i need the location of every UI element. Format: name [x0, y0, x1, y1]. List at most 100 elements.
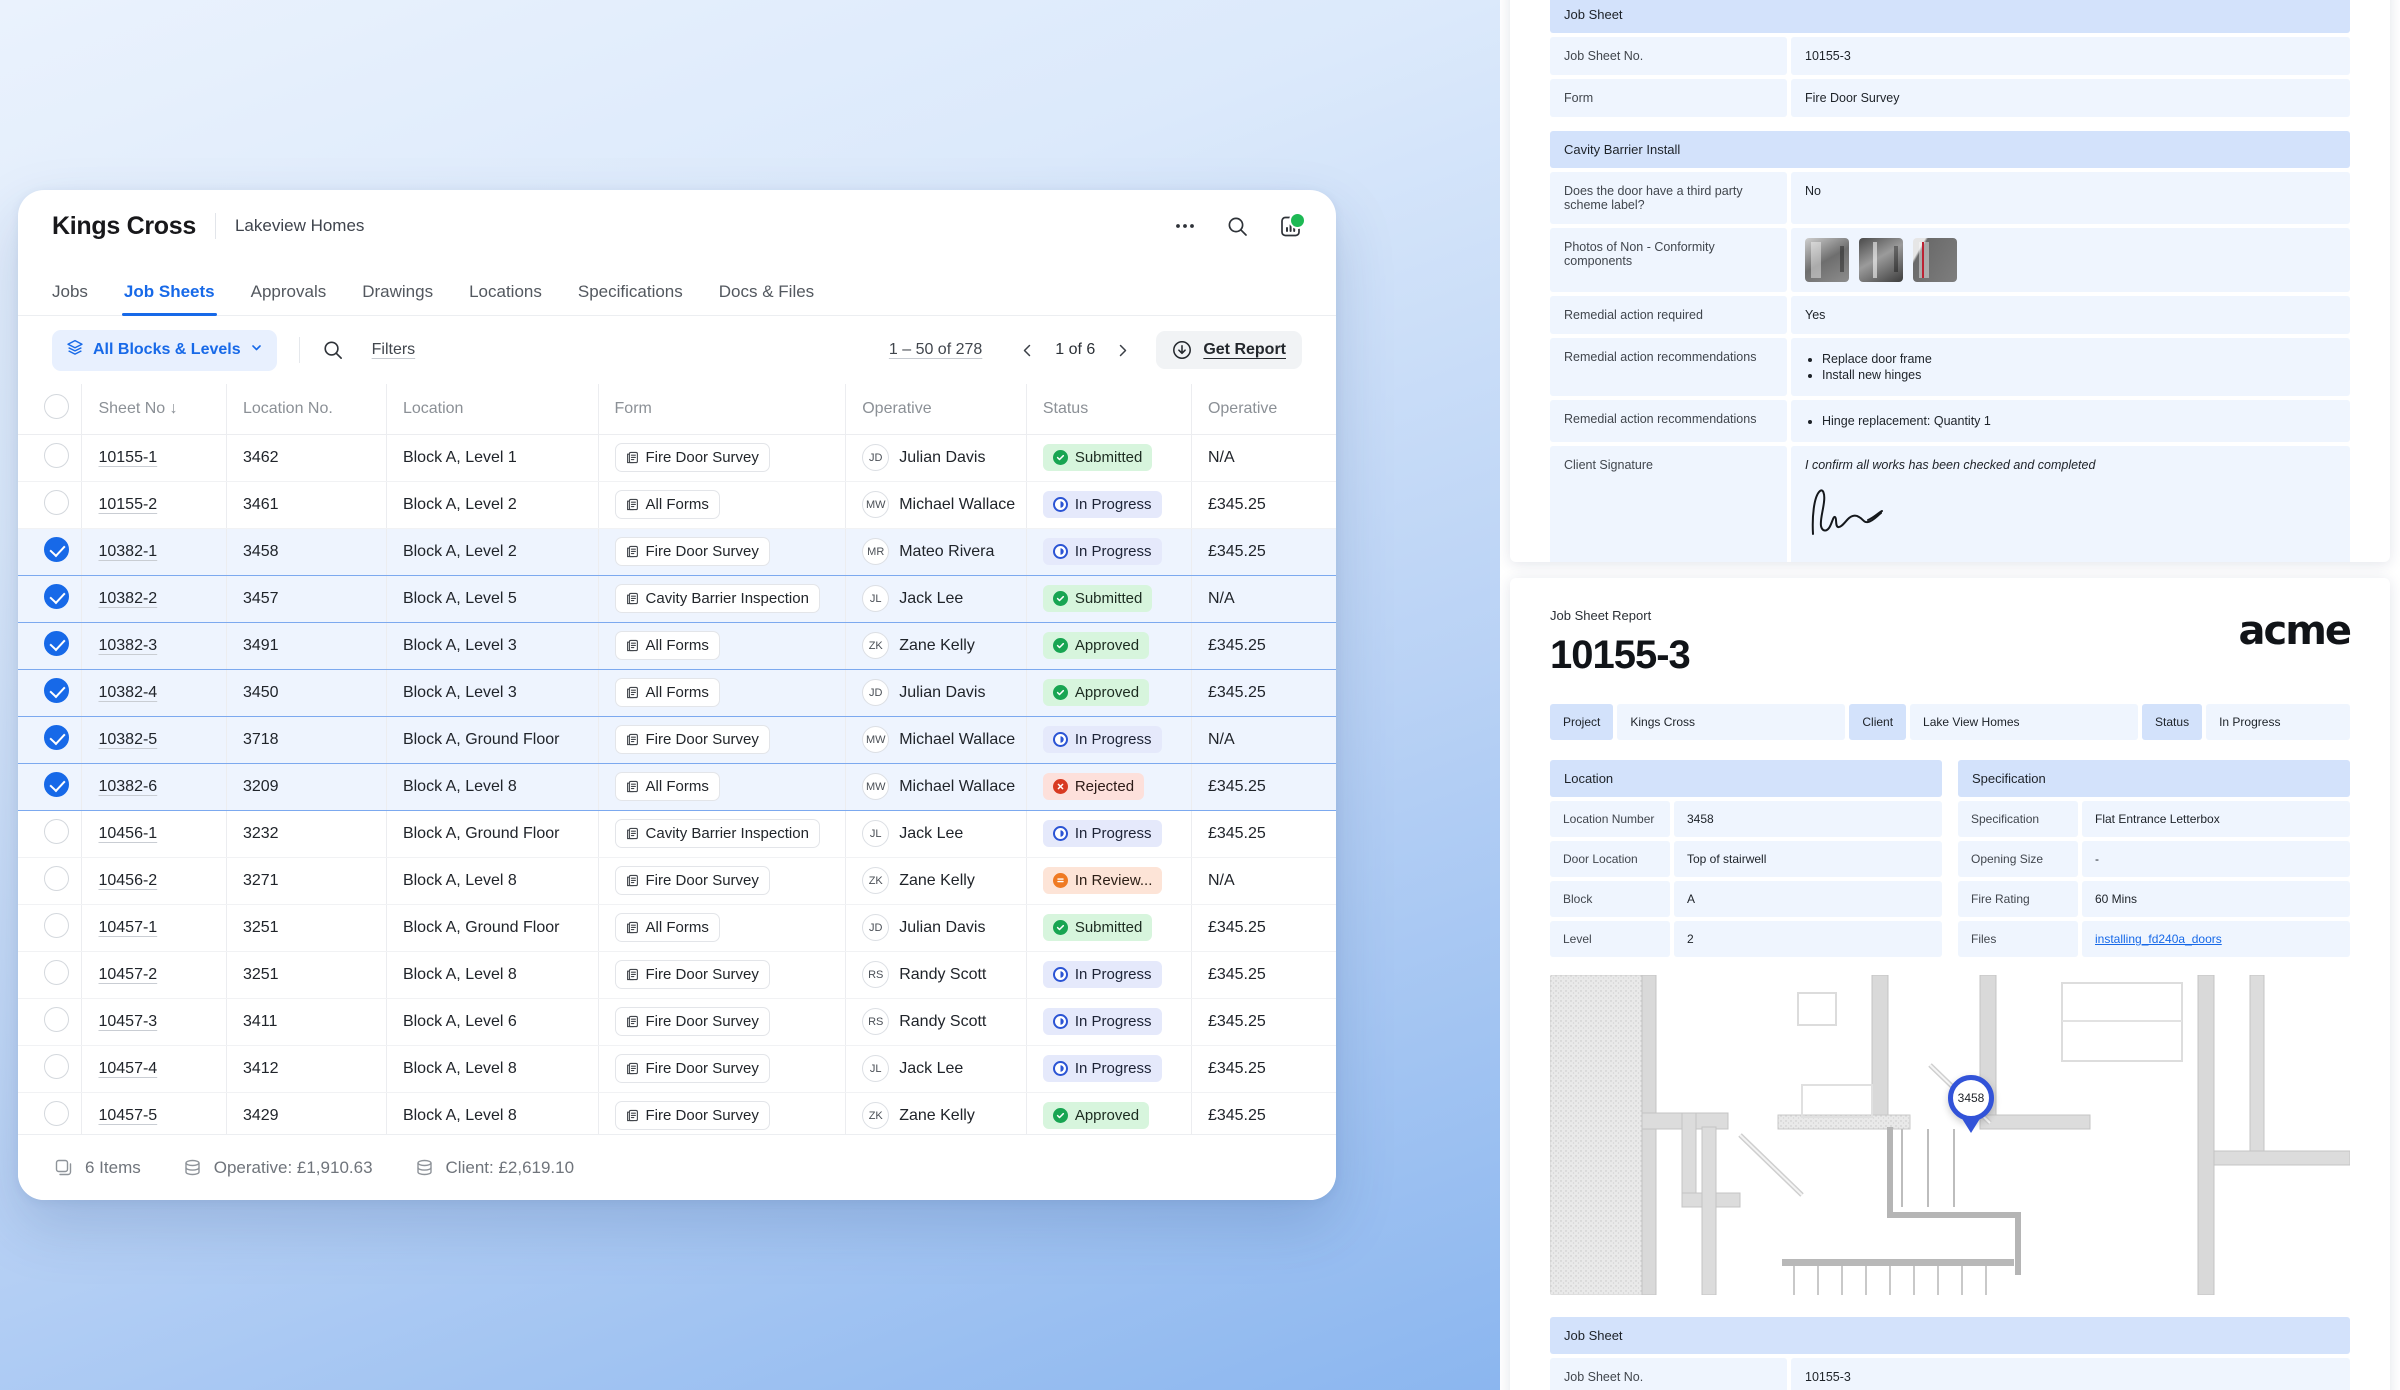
checkbox[interactable]	[44, 393, 69, 419]
table-row[interactable]: 10457-3 3411 Block A, Level 6 Fire Door Sur…	[18, 998, 1336, 1046]
row-checkbox-cell[interactable]	[18, 904, 83, 952]
sheet-no-link[interactable]: 10457-3	[98, 1013, 157, 1030]
row-checkbox[interactable]	[44, 1053, 69, 1079]
tab-approvals[interactable]: Approvals	[233, 282, 345, 315]
table-row[interactable]: 10155-1 3462 Block A, Level 1 Fire Door Sur…	[18, 434, 1336, 482]
photo-thumbnail[interactable]	[1913, 238, 1957, 282]
table-row[interactable]: 10382-6 3209 Block A, Level 8 All Forms MW Mi…	[18, 763, 1336, 811]
sheet-no-link[interactable]: 10457-4	[98, 1060, 157, 1077]
row-checkbox-cell[interactable]	[18, 951, 83, 999]
sheet-no-link[interactable]: 10456-1	[98, 825, 157, 842]
row-checkbox[interactable]	[44, 442, 69, 468]
form-pill[interactable]: Fire Door Survey	[614, 1054, 770, 1083]
column-header-form[interactable]: Form	[598, 384, 847, 435]
row-checkbox-cell[interactable]	[18, 669, 83, 717]
table-row[interactable]: 10457-2 3251 Block A, Level 8 Fire Door Sur…	[18, 951, 1336, 999]
row-checkbox[interactable]	[44, 630, 69, 656]
table-row[interactable]: 10382-2 3457 Block A, Level 5 Cavity Barrie…	[18, 575, 1336, 623]
ellipsis-icon[interactable]	[1174, 215, 1196, 237]
sheet-no-link[interactable]: 10155-2	[98, 496, 157, 513]
table-row[interactable]: 10382-3 3491 Block A, Level 3 All Forms ZK Za…	[18, 622, 1336, 670]
row-checkbox-cell[interactable]	[18, 1092, 83, 1140]
row-checkbox[interactable]	[44, 489, 69, 515]
table-row[interactable]: 10457-5 3429 Block A, Level 8 Fire Door Sur…	[18, 1092, 1336, 1140]
tab-docs-files[interactable]: Docs & Files	[701, 282, 832, 315]
sheet-no-link[interactable]: 10456-2	[98, 872, 157, 889]
sheet-no-link[interactable]: 10382-5	[98, 731, 157, 748]
row-checkbox[interactable]	[44, 1006, 69, 1032]
sheet-no-link[interactable]: 10382-4	[98, 684, 157, 701]
sheet-no-link[interactable]: 10155-1	[98, 449, 157, 466]
photo-thumbnail[interactable]	[1805, 238, 1849, 282]
row-checkbox[interactable]	[44, 771, 69, 797]
row-checkbox-cell[interactable]	[18, 575, 83, 623]
column-header-location-no[interactable]: Location No.	[226, 384, 387, 435]
column-header-status[interactable]: Status	[1026, 384, 1192, 435]
form-pill[interactable]: All Forms	[614, 772, 720, 801]
tab-job-sheets[interactable]: Job Sheets	[106, 282, 233, 316]
column-header-location[interactable]: Location	[386, 384, 599, 435]
sheet-no-link[interactable]: 10457-5	[98, 1107, 157, 1124]
row-checkbox[interactable]	[44, 818, 69, 844]
column-header-sheet-no[interactable]: Sheet No ↓	[81, 384, 227, 435]
detail-value[interactable]: installing_fd240a_doors	[2082, 921, 2350, 957]
table-row[interactable]: 10457-1 3251 Block A, Ground Floor All Form…	[18, 904, 1336, 952]
row-checkbox[interactable]	[44, 1100, 69, 1126]
row-checkbox-cell[interactable]	[18, 434, 83, 482]
sheet-no-link[interactable]: 10382-1	[98, 543, 157, 560]
table-row[interactable]: 10457-4 3412 Block A, Level 8 Fire Door Sur…	[18, 1045, 1336, 1093]
sheet-no-link[interactable]: 10382-3	[98, 637, 157, 654]
sheet-no-link[interactable]: 10382-2	[98, 590, 157, 607]
blocks-levels-filter[interactable]: All Blocks & Levels	[52, 329, 277, 371]
table-row[interactable]: 10456-2 3271 Block A, Level 8 Fire Door Sur…	[18, 857, 1336, 905]
form-pill[interactable]: Fire Door Survey	[614, 1007, 770, 1036]
location-pin-marker[interactable]: 3458	[1948, 1075, 1994, 1121]
row-checkbox[interactable]	[44, 724, 69, 750]
form-pill[interactable]: Fire Door Survey	[614, 725, 770, 754]
tab-specifications[interactable]: Specifications	[560, 282, 701, 315]
column-header-operative[interactable]: Operative	[1191, 384, 1336, 435]
form-pill[interactable]: Fire Door Survey	[614, 960, 770, 989]
row-checkbox-cell[interactable]	[18, 527, 83, 576]
form-pill[interactable]: Fire Door Survey	[614, 537, 770, 566]
sheet-no-link[interactable]: 10457-2	[98, 966, 157, 983]
row-checkbox-cell[interactable]	[18, 763, 83, 811]
form-pill[interactable]: All Forms	[614, 631, 720, 660]
table-row[interactable]: 10382-4 3450 Block A, Level 3 All Forms JD Ju…	[18, 669, 1336, 717]
form-pill[interactable]: All Forms	[614, 913, 720, 942]
filters-button[interactable]: Filters	[372, 341, 416, 359]
table-search-icon[interactable]	[322, 339, 344, 361]
row-checkbox[interactable]	[44, 912, 69, 938]
tab-locations[interactable]: Locations	[451, 282, 560, 315]
row-checkbox-cell[interactable]	[18, 1045, 83, 1093]
row-checkbox-cell[interactable]	[18, 481, 83, 529]
next-page-button[interactable]	[1111, 341, 1134, 360]
table-row[interactable]: 10456-1 3232 Block A, Ground Floor Cavity B…	[18, 810, 1336, 858]
form-pill[interactable]: Fire Door Survey	[614, 1101, 770, 1130]
row-checkbox-cell[interactable]	[18, 716, 83, 764]
tab-drawings[interactable]: Drawings	[344, 282, 451, 315]
form-pill[interactable]: Cavity Barrier Inspection	[614, 819, 820, 848]
row-checkbox[interactable]	[44, 865, 69, 891]
row-checkbox[interactable]	[44, 677, 69, 703]
column-header-operative[interactable]: Operative	[845, 384, 1027, 435]
row-checkbox-cell[interactable]	[18, 810, 83, 858]
file-link[interactable]: installing_fd240a_doors	[2095, 932, 2222, 946]
table-row[interactable]: 10382-1 3458 Block A, Level 2 Fire Door Sur…	[18, 527, 1336, 576]
form-pill[interactable]: Cavity Barrier Inspection	[614, 584, 820, 613]
table-row[interactable]: 10155-2 3461 Block A, Level 2 All Forms MW Mi…	[18, 481, 1336, 529]
prev-page-button[interactable]	[1016, 341, 1039, 360]
row-checkbox[interactable]	[44, 959, 69, 985]
form-pill[interactable]: All Forms	[614, 490, 720, 519]
sheet-no-link[interactable]: 10382-6	[98, 778, 157, 795]
floor-plan[interactable]: 3458	[1550, 975, 2350, 1295]
form-pill[interactable]: All Forms	[614, 678, 720, 707]
table-row[interactable]: 10382-5 3718 Block A, Ground Floor Fire Doo…	[18, 716, 1336, 764]
row-checkbox[interactable]	[44, 536, 69, 562]
report-icon[interactable]	[1279, 211, 1306, 238]
row-checkbox-cell[interactable]	[18, 622, 83, 670]
tab-jobs[interactable]: Jobs	[52, 282, 106, 315]
get-report-button[interactable]: Get Report	[1156, 331, 1302, 369]
row-checkbox[interactable]	[44, 583, 69, 609]
result-range-label[interactable]: 1 – 50 of 278	[889, 341, 982, 359]
